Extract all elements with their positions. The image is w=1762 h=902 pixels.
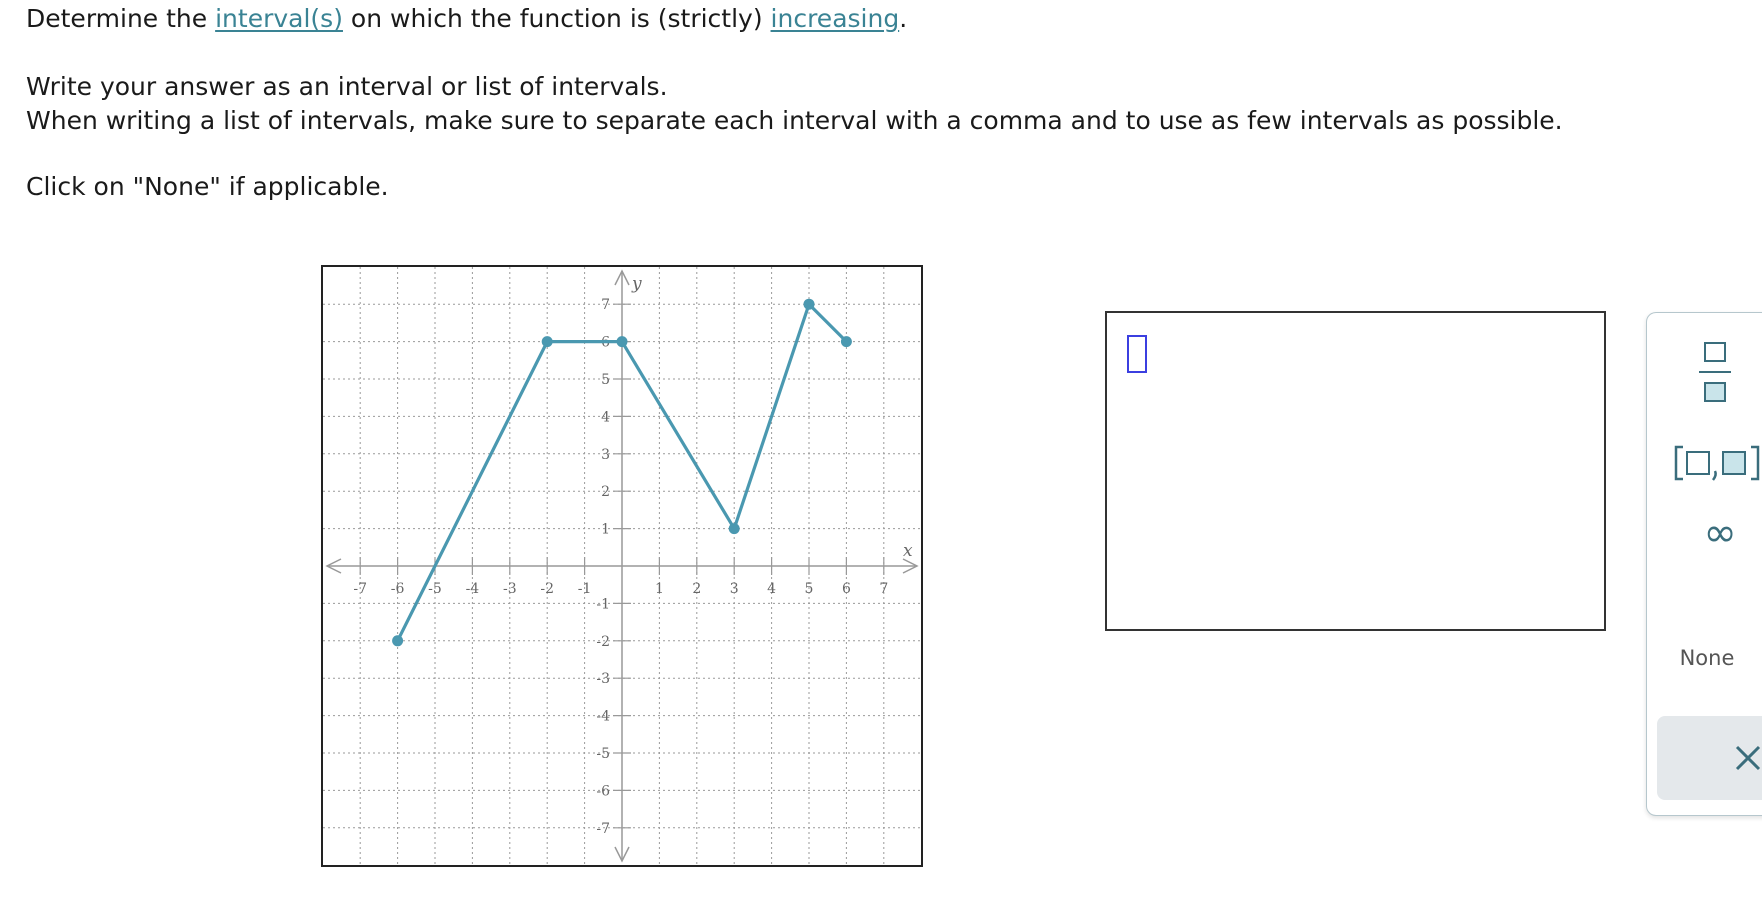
y-tick-label: -3 [596,671,610,687]
function-graph: -7 -6 -5 -4 -3 -2 -1 1 2 3 4 5 6 7 7 6 5 4 3 2 1 -1 -2 -3 -4 -5 -6… [321,265,923,867]
answer-input[interactable] [1105,311,1606,631]
y-tick-label: -4 [596,709,610,725]
close-icon [1735,745,1761,771]
y-tick-label: -6 [596,783,610,799]
none-button[interactable]: None [1657,643,1757,673]
y-tick-label: 2 [601,484,610,500]
y-tick-label: 5 [601,372,610,388]
infinity-icon: ∞ [1703,510,1737,556]
question-text-1c: . [899,4,908,33]
question-text-1b: on which the function is (strictly) [342,4,771,33]
curve-point-marker [840,336,852,348]
y-tick-label: -7 [596,821,610,837]
y-tick-label: -1 [596,596,610,612]
question-text-1a: Determine the [26,4,216,33]
y-tick-label: 7 [601,297,610,313]
increasing-glossary-link[interactable]: increasing [771,4,900,33]
x-tick-label: 5 [805,581,814,597]
curve-point-marker [392,635,404,647]
curve-point-marker [803,298,815,310]
fraction-icon [1699,342,1731,402]
graph-canvas: -7 -6 -5 -4 -3 -2 -1 1 2 3 4 5 6 77654321-1-2-3-4-5-6… [323,267,921,865]
x-tick-label: -4 [466,581,480,597]
x-tick-label: -3 [503,581,517,597]
curve-point-marker [728,523,740,535]
x-tick-label: 1 [655,581,664,597]
instruction-line-4: Click on "None" if applicable. [26,172,389,201]
y-axis-label: y [631,274,642,294]
y-tick-label: -2 [596,634,610,650]
answer-cursor-slot[interactable] [1127,335,1147,373]
curve-point-marker [616,336,628,348]
x-tick-label: -1 [578,581,592,597]
interval-icon [1674,445,1760,481]
math-tool-panel: ∞ None [1646,312,1762,816]
fraction-button[interactable] [1695,339,1735,409]
x-axis-label: x [903,541,913,561]
infinity-button[interactable]: ∞ [1685,503,1755,563]
x-tick-label: 7 [879,581,888,597]
question-line-1: Determine the interval(s) on which the f… [26,4,907,34]
x-tick-label: -5 [428,581,442,597]
curve-point-marker [541,336,553,348]
interval-button[interactable] [1671,441,1762,485]
x-tick-label: -7 [353,581,367,597]
x-tick-label: 4 [767,581,776,597]
y-tick-label: 1 [601,522,610,538]
y-tick-label: 3 [601,447,610,463]
x-tick-label: 6 [842,581,851,597]
x-tick-label: 2 [692,581,701,597]
clear-button[interactable] [1657,716,1762,800]
x-tick-label: 3 [730,581,739,597]
y-tick-label: -5 [596,746,610,762]
y-tick-label: 4 [601,409,610,425]
x-tick-label: -2 [540,581,554,597]
x-tick-label: -6 [391,581,405,597]
instruction-line-3: When writing a list of intervals, make s… [26,106,1563,135]
interval-glossary-link[interactable]: interval(s) [215,4,343,33]
instruction-line-2: Write your answer as an interval or list… [26,72,668,101]
